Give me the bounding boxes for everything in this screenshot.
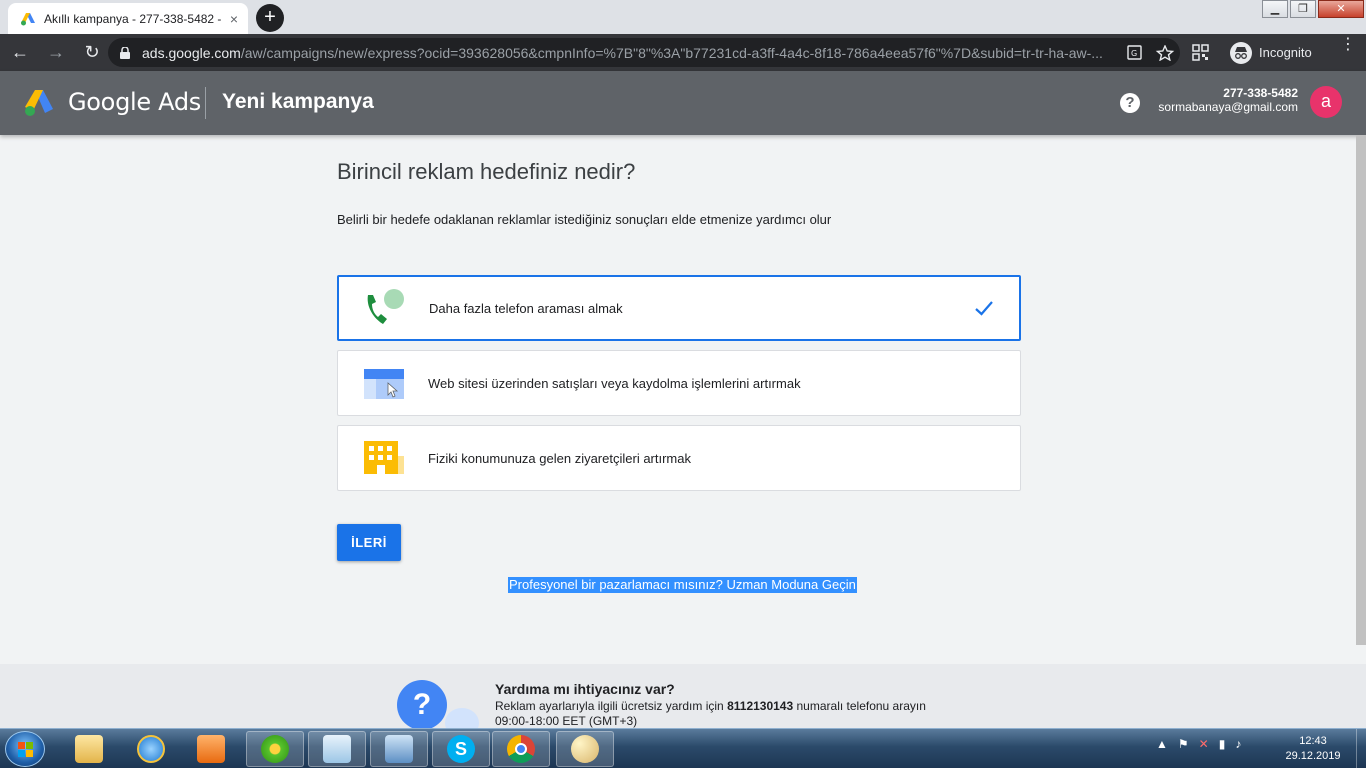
address-bar[interactable]: ads.google.com/aw/campaigns/new/express?… <box>108 38 1180 67</box>
url-path: /aw/campaigns/new/express?ocid=393628056… <box>240 44 1103 61</box>
action-center-flag-icon[interactable]: ⚑ <box>1178 737 1189 751</box>
windows-taskbar: S ▲ ⚑ ✕ ▮ ♪ 12:43 29.12.2019 <box>0 728 1366 768</box>
help-icon[interactable]: ? <box>1120 93 1140 113</box>
incognito-indicator[interactable]: Incognito <box>1230 39 1312 66</box>
goal-question: Birincil reklam hedefiniz nedir? <box>337 159 636 184</box>
new-tab-button[interactable]: + <box>256 4 284 32</box>
help-hours: 09:00-18:00 EET (GMT+3) <box>495 714 638 728</box>
forward-button[interactable]: → <box>40 37 72 69</box>
paint-icon[interactable] <box>556 731 614 767</box>
goal-option-website-sales[interactable]: Web sitesi üzerinden satışları veya kayd… <box>337 350 1021 416</box>
help-footer: ? Yardıma mı ihtiyacınız var? Reklam aya… <box>0 664 1366 728</box>
tab-close-icon[interactable]: × <box>230 11 238 27</box>
control-panel-icon[interactable] <box>370 731 428 767</box>
goal-option-label: Web sitesi üzerinden satışları veya kayd… <box>428 375 801 391</box>
url-text: ads.google.com/aw/campaigns/new/express?… <box>142 45 1120 61</box>
windows-logo-icon <box>18 742 33 757</box>
browser-tabstrip: Akıllı kampanya - 277-338-5482 - × + ▁ ❐… <box>0 0 1366 34</box>
goal-option-store-visits[interactable]: Fiziki konumunuza gelen ziyaretçileri ar… <box>337 425 1021 491</box>
window-controls: ▁ ❐ ✕ <box>1260 0 1364 20</box>
phone-call-icon <box>363 288 407 328</box>
goal-subtitle: Belirli bir hedefe odaklanan reklamlar i… <box>337 212 832 227</box>
store-building-icon <box>362 438 406 478</box>
google-ads-favicon-icon <box>21 12 35 25</box>
goal-option-phone-calls[interactable]: Daha fazla telefon araması almak <box>337 275 1021 341</box>
window-minimize-button[interactable]: ▁ <box>1262 0 1288 18</box>
chat-bubble-icon <box>445 708 479 728</box>
start-button[interactable] <box>5 731 45 767</box>
incognito-label: Incognito <box>1259 45 1312 60</box>
browser-toolbar: ← → ↻ ads.google.com/aw/campaigns/new/ex… <box>0 34 1366 71</box>
google-ads-logo-icon[interactable] <box>24 89 54 117</box>
goal-option-label: Daha fazla telefon araması almak <box>429 300 623 316</box>
window-restore-button[interactable]: ❐ <box>1290 0 1316 18</box>
browser-menu-icon[interactable]: ⋮ <box>1340 37 1356 53</box>
ads-header: Google Ads Yeni kampanya ? 277-338-5482 … <box>0 71 1366 135</box>
icq-icon[interactable] <box>246 731 304 767</box>
expert-mode-link[interactable]: Profesyonel bir pazarlamacı mısınız? Uzm… <box>508 577 857 593</box>
reload-button[interactable]: ↻ <box>76 37 108 69</box>
internet-explorer-icon[interactable] <box>122 731 180 767</box>
clock-time: 12:43 <box>1299 735 1327 747</box>
back-button[interactable]: ← <box>4 37 36 69</box>
skype-icon[interactable]: S <box>432 731 490 767</box>
incognito-icon <box>1230 41 1252 64</box>
browser-tab-active[interactable]: Akıllı kampanya - 277-338-5482 - × <box>8 3 248 34</box>
help-title: Yardıma mı ihtiyacınız var? <box>495 681 675 697</box>
help-phone-line: Reklam ayarlarıyla ilgili ücretsiz yardı… <box>495 699 926 713</box>
chrome-icon[interactable] <box>492 731 550 767</box>
translate-icon[interactable]: G <box>1120 44 1150 61</box>
help-phone-suffix: numaralı telefonu arayın <box>796 699 926 713</box>
url-host: ads.google.com <box>142 44 241 61</box>
media-player-icon[interactable] <box>182 731 240 767</box>
account-email: sormabanaya@gmail.com <box>1158 100 1298 114</box>
window-close-button[interactable]: ✕ <box>1318 0 1364 18</box>
qr-code-icon[interactable] <box>1192 44 1209 61</box>
goal-option-label: Fiziki konumunuza gelen ziyaretçileri ar… <box>428 450 691 466</box>
tab-title: Akıllı kampanya - 277-338-5482 - <box>44 11 222 26</box>
account-info[interactable]: 277-338-5482 sormabanaya@gmail.com <box>1158 86 1298 114</box>
system-tray: ▲ ⚑ ✕ ▮ ♪ <box>1156 737 1251 751</box>
help-phone-prefix: Reklam ayarlarıyla ilgili ücretsiz yardı… <box>495 699 724 713</box>
account-id: 277-338-5482 <box>1223 86 1298 100</box>
taskbar-clock[interactable]: 12:43 29.12.2019 <box>1280 734 1346 764</box>
clock-date: 29.12.2019 <box>1285 750 1341 762</box>
file-explorer-icon[interactable] <box>60 731 118 767</box>
page-title: Yeni kampanya <box>222 90 374 113</box>
signal-bars-icon[interactable]: ▮ <box>1219 737 1226 751</box>
show-desktop-button[interactable] <box>1356 729 1366 768</box>
notepad-icon[interactable] <box>308 731 366 767</box>
avatar[interactable]: a <box>1310 86 1342 118</box>
svg-text:G: G <box>1131 49 1137 58</box>
next-button[interactable]: İLERİ <box>337 524 401 561</box>
tray-expand-icon[interactable]: ▲ <box>1156 737 1168 751</box>
volume-icon[interactable]: ♪ <box>1235 737 1241 751</box>
help-question-icon: ? <box>397 680 447 728</box>
website-click-icon <box>362 363 406 403</box>
check-icon <box>975 301 993 316</box>
bookmark-star-icon[interactable] <box>1150 44 1180 61</box>
lock-icon <box>120 46 130 59</box>
ads-brand-name: Google Ads <box>68 88 201 116</box>
help-phone-number[interactable]: 8112130143 <box>727 699 793 713</box>
network-error-icon[interactable]: ✕ <box>1199 737 1209 751</box>
header-divider <box>205 87 206 119</box>
page-scrollbar[interactable] <box>1356 135 1366 645</box>
